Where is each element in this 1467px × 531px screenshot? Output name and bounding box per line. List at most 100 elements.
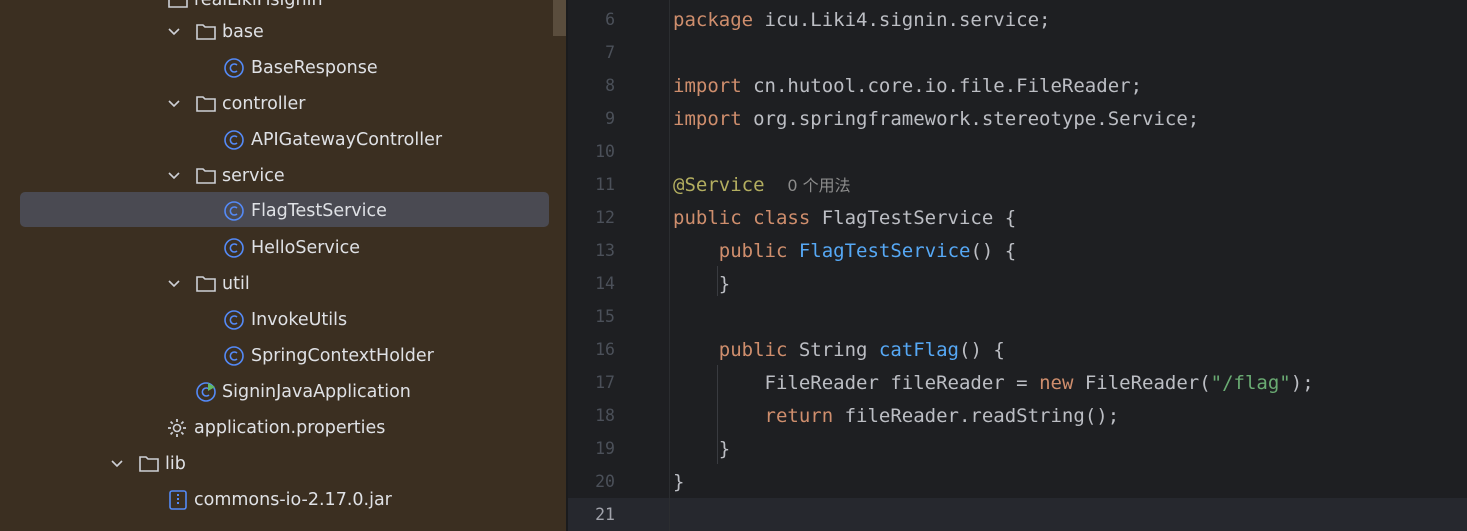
line-number: 11 [595, 175, 615, 194]
chevron-down-icon[interactable] [167, 22, 181, 42]
code-line[interactable]: 10 [568, 135, 1467, 168]
code-text: icu.Liki4.signin.service; [753, 9, 1051, 31]
class-icon [223, 200, 245, 222]
line-code: import org.springframework.stereotype.Se… [673, 108, 1199, 130]
tree-item-springcontextholder[interactable]: SpringContextHolder [0, 338, 553, 374]
code-line[interactable]: 17 FileReader fileReader = new FileReade… [568, 366, 1467, 399]
folder-icon [167, 0, 189, 11]
tree-item-flagtestservice[interactable]: FlagTestService [0, 192, 553, 228]
chevron-down-icon[interactable] [110, 454, 124, 474]
keyword: public class [673, 207, 811, 229]
code-editor[interactable]: 6 package icu.Liki4.signin.service; 7 8 … [568, 0, 1467, 531]
tree-item-label: realLikiFisignin [194, 0, 323, 10]
code-line[interactable]: 18 return fileReader.readString(); [568, 399, 1467, 432]
code-line[interactable]: 13 public FlagTestService() { [568, 234, 1467, 267]
tree-item-application-properties[interactable]: application.properties [0, 410, 553, 446]
code-line[interactable]: 15 [568, 300, 1467, 333]
keyword: import [673, 75, 742, 97]
function-name: FlagTestService [798, 240, 971, 262]
keyword: new [1039, 372, 1074, 394]
code-text: FlagTestService { [810, 207, 1017, 229]
function-name: catFlag [878, 339, 959, 361]
chevron-down-icon[interactable] [167, 274, 181, 294]
tree-item-label: controller [222, 94, 306, 114]
usage-hint[interactable]: 0 个用法 [787, 176, 850, 195]
tree-item-base[interactable]: base [0, 14, 553, 50]
class-icon [223, 345, 245, 367]
code-text: cn.hutool.core.io.file.FileReader; [741, 75, 1143, 97]
code-text: () { [959, 339, 1005, 361]
chevron-down-icon[interactable] [167, 94, 181, 114]
line-number: 21 [595, 505, 615, 524]
chevron-down-icon[interactable] [167, 166, 181, 186]
line-number: 7 [605, 43, 615, 62]
tree-scrollbar-thumb[interactable] [553, 0, 566, 36]
tree-item-label: SpringContextHolder [251, 346, 434, 366]
run-class-icon [195, 381, 217, 403]
tree-item-label: base [222, 22, 264, 42]
line-code: public class FlagTestService { [673, 207, 1016, 229]
code-line[interactable]: 6 package icu.Liki4.signin.service; [568, 3, 1467, 36]
tree-item-invokeutils[interactable]: InvokeUtils [0, 302, 553, 338]
class-icon [223, 129, 245, 151]
tree-item-label: FlagTestService [251, 201, 387, 221]
line-number: 12 [595, 208, 615, 227]
line-code: } [673, 273, 730, 295]
code-text: ); [1290, 372, 1314, 394]
code-text: } [718, 273, 731, 295]
folder-icon [195, 273, 217, 295]
folder-icon [195, 93, 217, 115]
line-number: 9 [605, 109, 615, 128]
tree-item-label: util [222, 274, 250, 294]
code-text: FileReader( [1073, 372, 1211, 394]
project-tree-panel: realLikiFisignin base BaseResponse contr… [0, 0, 566, 531]
tree-item-lib[interactable]: lib [0, 446, 553, 482]
tree-item-label: application.properties [194, 418, 386, 438]
code-line[interactable]: 14 } [568, 267, 1467, 300]
keyword: public [718, 240, 788, 262]
keyword: package [673, 9, 754, 31]
tree-item-commons-io-jar[interactable]: commons-io-2.17.0.jar [0, 482, 553, 518]
tree-item-helloservice[interactable]: HelloService [0, 230, 553, 266]
line-number: 10 [595, 142, 615, 161]
line-number: 13 [595, 241, 615, 260]
code-text: () { [970, 240, 1017, 262]
line-number: 20 [595, 472, 615, 491]
line-number: 8 [605, 76, 615, 95]
code-line[interactable]: 8 import cn.hutool.core.io.file.FileRead… [568, 69, 1467, 102]
code-line[interactable]: 12 public class FlagTestService { [568, 201, 1467, 234]
tree-item-util[interactable]: util [0, 266, 553, 302]
line-code: FileReader fileReader = new FileReader("… [673, 372, 1314, 394]
class-icon [223, 237, 245, 259]
line-code: } [673, 438, 730, 460]
tree-item-label: service [222, 166, 285, 186]
line-number: 6 [605, 10, 615, 29]
tree-item-service[interactable]: service [0, 158, 553, 194]
line-number: 17 [595, 373, 615, 392]
tree-item-apigatewaycontroller[interactable]: APIGatewayController [0, 122, 553, 158]
code-text: FileReader fileReader = [764, 372, 1040, 394]
tree-item-baseresponse[interactable]: BaseResponse [0, 50, 553, 86]
code-text: org.springframework.stereotype.Service; [741, 108, 1200, 130]
code-text: } [673, 471, 685, 493]
line-number: 18 [595, 406, 615, 425]
code-line[interactable]: 16 public String catFlag() { [568, 333, 1467, 366]
code-line[interactable]: 11 @Service 0 个用法 [568, 168, 1467, 201]
code-line[interactable]: 20 } [568, 465, 1467, 498]
tree-item-signinjavaapplication[interactable]: SigninJavaApplication [0, 374, 553, 410]
line-number: 16 [595, 340, 615, 359]
folder-icon [195, 165, 217, 187]
line-code: import cn.hutool.core.io.file.FileReader… [673, 75, 1142, 97]
code-line-current[interactable]: 21 [568, 498, 1467, 531]
string-literal: "/flag" [1210, 372, 1291, 394]
folder-icon [138, 453, 160, 475]
code-text: } [718, 438, 731, 460]
code-line[interactable]: 19 } [568, 432, 1467, 465]
keyword: return [764, 405, 834, 427]
tree-item-label: InvokeUtils [251, 310, 348, 330]
line-code: package icu.Liki4.signin.service; [673, 9, 1051, 31]
class-icon [223, 309, 245, 331]
code-line[interactable]: 7 [568, 36, 1467, 69]
tree-item-controller[interactable]: controller [0, 86, 553, 122]
code-line[interactable]: 9 import org.springframework.stereotype.… [568, 102, 1467, 135]
